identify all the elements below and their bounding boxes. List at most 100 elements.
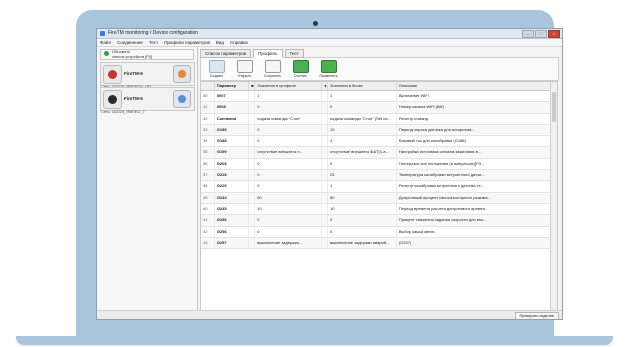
profile-value: выключение задержки... [255,237,323,249]
table-row[interactable]: 33 G185 0 10 Период опроса датчика для алгор… [201,124,557,137]
create-button[interactable]: Создать [205,60,228,78]
device-value: 1 [328,181,397,192]
table-scrollbar[interactable] [550,82,557,310]
parameter-description: Номер канала WiFi (ВИ) [397,102,557,113]
parameter-description: Допустимый процент износа моторного режи… [397,192,557,203]
column-header-description[interactable]: Описание [397,82,557,90]
parameter-name: G208 [215,158,250,170]
table-row[interactable]: 35 G199 отсутствие внешнего п... отсутствие… [201,147,557,159]
window-controls: – □ × [522,30,560,38]
parameter-name: G245 [215,203,250,215]
parameter-name: Command [215,113,250,124]
open-label: Открыть [237,74,252,78]
device-value: 80 [328,192,397,203]
table-row[interactable]: 42 G256 0 0 Выбор языка меню [201,226,557,238]
device-search-icon[interactable] [173,90,191,108]
save-button[interactable]: Сохранить [261,60,284,78]
apply-icon [320,60,337,73]
row-index: 32 [201,113,215,124]
device-card[interactable]: FireTM-5 [100,87,195,111]
open-button[interactable]: Открыть [233,60,256,78]
laptop-base [16,336,613,345]
device-value: 0 [328,102,397,113]
table-row[interactable]: 34 G188 0 4 Базовый ток для калибровки (G188… [201,136,557,148]
table-row[interactable]: 32 Command подача команды "Стоп" подача ком… [201,113,557,125]
row-index: 38 [201,181,215,192]
device-value: 0 [328,215,397,226]
tab-profile[interactable]: Профиль [253,49,283,58]
row-index: 42 [201,226,215,237]
profile-toolbar: Создать Открыть Сохранить Считать Примен… [200,57,559,81]
table-row[interactable]: 40 G245 10 10 Период времени расчета допусти… [201,203,557,216]
row-index: 37 [201,170,215,181]
device-settings-icon[interactable] [173,65,191,83]
row-index: 41 [201,215,215,226]
table-row[interactable]: 30 0007 1 1 Включение WiFi [201,91,557,103]
title-bar: FireTM monitoring / Device configuration… [97,29,562,39]
menu-connection[interactable]: Соединение [117,40,143,45]
parameter-description: Базовый ток для калибровки (G188) [397,136,557,147]
close-button[interactable]: × [548,30,560,38]
table-row[interactable]: 38 G229 0 1 Регистр калибровки встроенного д… [201,181,557,193]
status-bar: Проверить изделие [97,310,562,319]
device-value: 10 [328,124,397,136]
check-device-button[interactable]: Проверить изделие [514,312,559,319]
scroll-thumb[interactable] [552,92,556,122]
table-row[interactable]: 41 G250 0 0 Процент снижения задания скорост… [201,215,557,227]
table-row[interactable]: 31 0008 0 0 Номер канала WiFi (ВИ) [201,102,557,114]
read-icon [292,60,309,73]
profile-value: 10 [255,203,323,215]
device-value: 10 [328,203,397,215]
table-row[interactable]: 36 G208 0 0 Гистерезис зон положения (в импу… [201,158,557,171]
menu-test[interactable]: Тест [149,40,158,45]
menu-view[interactable]: Вид [216,40,224,45]
parameter-name: G185 [215,124,250,136]
device-card[interactable]: FireTM-6 [100,62,195,86]
parameter-name: G199 [215,147,250,158]
parameter-description: Регистр команд [397,113,557,124]
row-index: 43 [201,237,215,249]
column-header-parameter[interactable]: Параметр [215,82,250,90]
table-row[interactable]: 37 G228 0 25 Температура калибровки встроенн… [201,170,557,182]
table-row[interactable]: 43 G257 выключение задержки... выключение з… [201,237,557,250]
profile-value: подача команды "Стоп" [255,113,323,124]
parameter-name: 0007 [215,91,250,102]
device-value: 1 [328,91,397,102]
minimize-button[interactable]: – [522,30,534,38]
read-button[interactable]: Считать [289,60,312,78]
device-value: отсутствие внешнего 4ШТ(1-а... [328,147,397,158]
row-index: 39 [201,192,215,203]
menu-bar: Файл Соединение Тест Профили параметров … [97,39,562,47]
tab-parameter-list[interactable]: Список параметров [200,49,252,58]
apply-label: Применить [319,74,338,78]
parameter-name: G257 [215,237,250,249]
menu-profiles[interactable]: Профили параметров [164,40,210,45]
camera-icon [313,21,318,26]
parameter-name: G228 [215,170,250,181]
table-row[interactable]: 39 G244 80 80 Допустимый процент износа мото… [201,192,557,204]
parameter-description: Выбор языка меню [397,226,557,237]
device-value: 0 [328,158,397,170]
tab-test[interactable]: Тест [284,49,304,58]
parameter-description: Период опроса датчика для алгоритма... [397,124,557,136]
parameter-name: G229 [215,181,250,192]
menu-help[interactable]: Справка [230,40,248,45]
parameter-table: Параметр ■ Значения в профиле ● Значения… [200,81,558,311]
parameter-description: Период времени расчета допустимого време… [397,203,557,215]
table-header: Параметр ■ Значения в профиле ● Значения… [201,82,557,91]
maximize-button[interactable]: □ [535,30,547,38]
profile-value: отсутствие внешнего п... [255,147,323,158]
column-header-device-value[interactable]: Значения в блоке [328,82,397,90]
create-label: Создать [209,74,224,78]
profile-value: 0 [255,181,323,192]
parameter-description: Гистерезис зон положения (в импульсах)[P… [397,158,557,170]
row-index: 30 [201,91,215,102]
menu-file[interactable]: Файл [100,40,111,45]
device-value: 25 [328,170,397,181]
row-index: 40 [201,203,215,215]
column-header-profile-value[interactable]: Значения в профиле [255,82,323,90]
refresh-devices-button[interactable]: Обновить список устройств [F5] [100,49,194,60]
device-name: FireTM-5 [124,96,143,101]
column-header-index[interactable] [201,82,215,90]
apply-button[interactable]: Применить [317,60,340,78]
